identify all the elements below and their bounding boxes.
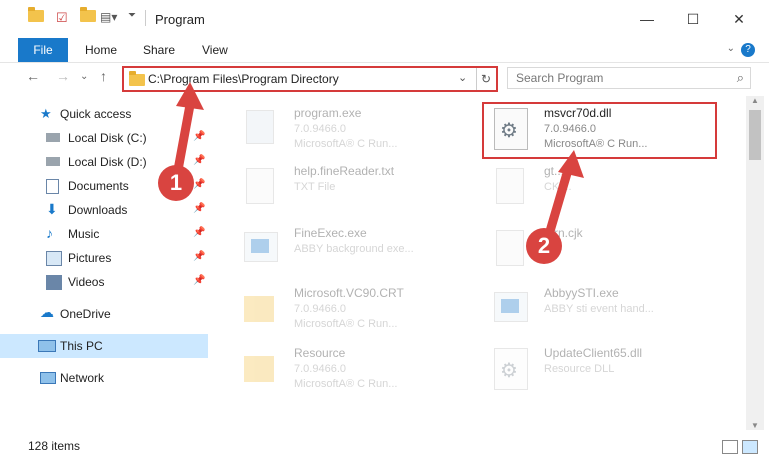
details-view-icon[interactable]	[722, 440, 738, 454]
large-icons-view-icon[interactable]	[742, 440, 758, 454]
status-bar: 128 items	[0, 430, 769, 476]
item-count: 128 items	[28, 439, 81, 453]
annotation-badge-1: 1	[158, 165, 194, 201]
annotation-badge-2: 2	[526, 228, 562, 264]
annotation-arrows	[173, 82, 584, 243]
